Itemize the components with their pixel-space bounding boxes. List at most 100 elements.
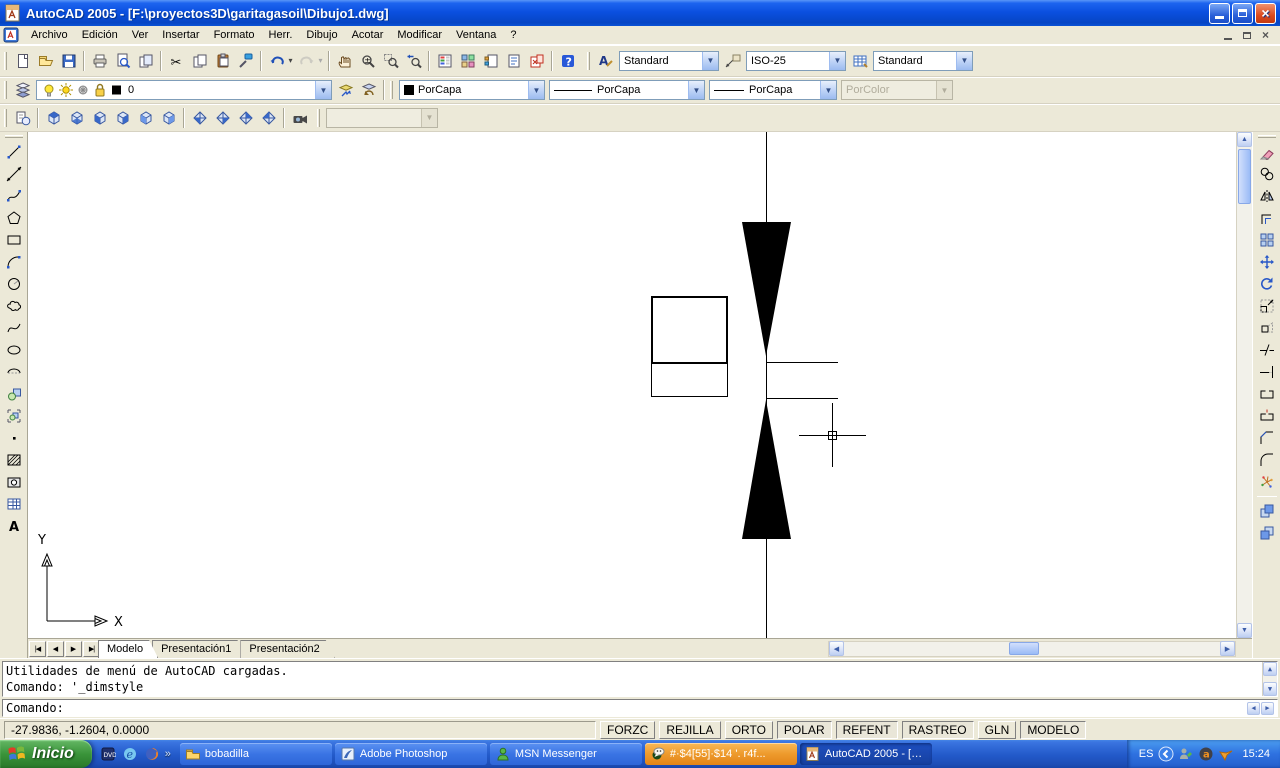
open-button[interactable] <box>34 49 57 72</box>
menu-formato[interactable]: Formato <box>207 27 262 43</box>
nw-isometric-button[interactable] <box>257 106 280 129</box>
toolbar-grip[interactable] <box>390 81 393 99</box>
spline-button[interactable] <box>2 317 26 339</box>
toggle-refent[interactable]: REFENT <box>836 721 898 739</box>
chevron-down-icon[interactable]: ▼ <box>820 81 836 99</box>
toggle-modelo[interactable]: MODELO <box>1020 721 1086 739</box>
close-button[interactable]: × <box>1255 3 1276 24</box>
table-style-combo[interactable]: Standard▼ <box>873 51 973 71</box>
tab-presentacin1[interactable]: Presentación1 <box>152 640 246 658</box>
hide-chevron-icon[interactable] <box>1158 746 1174 762</box>
text-style-combo[interactable]: Standard▼ <box>619 51 719 71</box>
undo-button[interactable] <box>265 49 288 72</box>
firefox-icon[interactable] <box>143 745 161 763</box>
language-indicator[interactable]: ES <box>1139 748 1154 760</box>
text-style-button[interactable]: A <box>594 49 617 72</box>
command-history[interactable]: Utilidades de menú de AutoCAD cargadas.C… <box>2 661 1278 697</box>
plot-preview-button[interactable] <box>111 49 134 72</box>
menu-modificar[interactable]: Modificar <box>390 27 449 43</box>
minimize-button[interactable] <box>1209 3 1230 24</box>
clock[interactable]: 15:24 <box>1242 748 1270 760</box>
camera-button[interactable] <box>288 106 311 129</box>
scroll-up-icon[interactable]: ▲ <box>1263 662 1277 676</box>
plot-button[interactable] <box>88 49 111 72</box>
mirror-button[interactable] <box>1255 185 1279 207</box>
properties-button[interactable] <box>433 49 456 72</box>
publish-button[interactable] <box>134 49 157 72</box>
ne-isometric-button[interactable] <box>234 106 257 129</box>
tab-presentacin2[interactable]: Presentación2 <box>240 640 334 658</box>
chevron-down-icon[interactable]: ▼ <box>702 52 718 70</box>
table-button[interactable] <box>2 493 26 515</box>
scroll-right-icon[interactable]: ▶ <box>1261 702 1274 715</box>
chevron-down-icon[interactable]: ▼ <box>956 52 972 70</box>
toggle-polar[interactable]: POLAR <box>777 721 832 739</box>
array-button[interactable] <box>1255 229 1279 251</box>
erase-button[interactable] <box>1255 141 1279 163</box>
menu-dibujo[interactable]: Dibujo <box>299 27 344 43</box>
sheet-set-manager-button[interactable] <box>502 49 525 72</box>
bottom-view-button[interactable] <box>65 106 88 129</box>
menu-edicin[interactable]: Edición <box>75 27 125 43</box>
zoom-window-button[interactable] <box>379 49 402 72</box>
media-player-icon[interactable]: DVD <box>99 745 117 763</box>
bring-to-front-button[interactable] <box>1255 500 1279 522</box>
scroll-down-icon[interactable]: ▼ <box>1263 682 1277 696</box>
menu-acotar[interactable]: Acotar <box>345 27 391 43</box>
make-block-button[interactable] <box>2 405 26 427</box>
multiline-text-button[interactable]: A <box>2 515 26 537</box>
first-tab-button[interactable] <box>29 641 46 657</box>
chevron-down-icon[interactable]: ▼ <box>688 81 704 99</box>
markup-button[interactable] <box>525 49 548 72</box>
help-button[interactable]: ? <box>556 49 579 72</box>
match-properties-button[interactable] <box>234 49 257 72</box>
horizontal-scroll-thumb[interactable] <box>1009 642 1039 655</box>
next-tab-button[interactable] <box>65 641 82 657</box>
scroll-down-icon[interactable]: ▼ <box>1237 623 1252 638</box>
toggle-orto[interactable]: ORTO <box>725 721 773 739</box>
copy-object-button[interactable] <box>1255 163 1279 185</box>
copy-button[interactable] <box>188 49 211 72</box>
task-msn-messenger[interactable]: MSN Messenger <box>490 743 642 765</box>
last-tab-button[interactable] <box>83 641 100 657</box>
extend-button[interactable] <box>1255 361 1279 383</box>
scroll-right-icon[interactable]: ▶ <box>1220 641 1235 656</box>
antivirus-icon[interactable]: a <box>1198 746 1214 762</box>
scroll-up-icon[interactable]: ▲ <box>1237 132 1252 147</box>
right-view-button[interactable] <box>111 106 134 129</box>
revision-cloud-button[interactable] <box>2 295 26 317</box>
mdi-restore-button[interactable] <box>1239 29 1254 42</box>
toggle-rejilla[interactable]: REJILLA <box>659 721 720 739</box>
trim-button[interactable] <box>1255 339 1279 361</box>
toolbar-grip[interactable] <box>4 81 7 99</box>
region-button[interactable] <box>2 471 26 493</box>
construction-line-button[interactable] <box>2 163 26 185</box>
cut-button[interactable]: ✂ <box>165 49 188 72</box>
point-button[interactable] <box>2 427 26 449</box>
line-button[interactable] <box>2 141 26 163</box>
layer-combo[interactable]: 0 ▼ <box>36 80 332 100</box>
chevron-down-icon[interactable]: ▼ <box>528 81 544 99</box>
paste-button[interactable] <box>211 49 234 72</box>
vertical-scroll-thumb[interactable] <box>1238 149 1251 204</box>
offset-button[interactable] <box>1255 207 1279 229</box>
chamfer-button[interactable] <box>1255 427 1279 449</box>
arc-button[interactable] <box>2 251 26 273</box>
move-button[interactable] <box>1255 251 1279 273</box>
toolbar-grip[interactable] <box>317 109 320 127</box>
command-history-scrollbar[interactable]: ▲ ▼ <box>1262 662 1277 696</box>
back-view-button[interactable] <box>157 106 180 129</box>
designcenter-button[interactable] <box>456 49 479 72</box>
lineweight-combo[interactable]: PorCapa▼ <box>709 80 837 100</box>
horizontal-scrollbar[interactable]: ◀ ▶ <box>828 641 1236 657</box>
task-autocad[interactable]: AutoCAD 2005 - [F:\... <box>800 743 932 765</box>
menu-archivo[interactable]: Archivo <box>24 27 75 43</box>
menu-herr[interactable]: Herr. <box>262 27 300 43</box>
menu-insertar[interactable]: Insertar <box>155 27 206 43</box>
chevron-down-icon[interactable]: ▼ <box>315 81 331 99</box>
top-view-button[interactable] <box>42 106 65 129</box>
fillet-button[interactable] <box>1255 449 1279 471</box>
left-view-button[interactable] <box>88 106 111 129</box>
hatch-button[interactable] <box>2 449 26 471</box>
mdi-minimize-button[interactable] <box>1220 29 1235 42</box>
